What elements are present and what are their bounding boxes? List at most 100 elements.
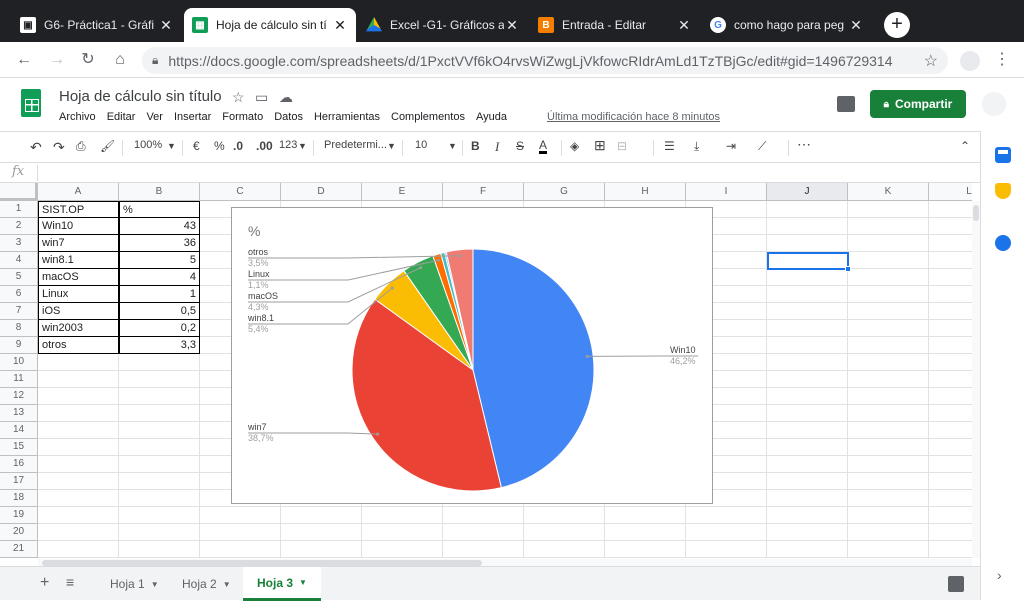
grid-cell[interactable] [767,303,848,320]
close-icon[interactable]: ✕ [848,17,864,34]
grid-cell[interactable] [443,524,524,541]
grid-cell[interactable] [767,371,848,388]
grid-cell[interactable] [605,541,686,558]
grid-cell[interactable] [38,405,119,422]
grid-cell[interactable] [362,507,443,524]
row-header[interactable]: 5 [0,269,38,286]
grid-cell[interactable] [767,320,848,337]
grid-cell[interactable] [119,490,200,507]
grid-cell[interactable] [767,456,848,473]
row-header[interactable]: 16 [0,456,38,473]
grid-cell[interactable] [848,269,929,286]
menu-datos[interactable]: Datos [274,111,303,123]
text-color-button[interactable]: A [539,139,547,154]
menu-ayuda[interactable]: Ayuda [476,111,507,123]
row-header[interactable]: 9 [0,337,38,354]
selected-cell[interactable] [767,252,849,270]
column-header[interactable]: I [686,183,767,201]
grid-cell[interactable] [362,524,443,541]
grid-cell[interactable] [929,439,972,456]
paint-format-icon[interactable]: 🖌︎ [100,139,115,153]
grid-cell[interactable] [119,456,200,473]
grid-cell[interactable] [443,507,524,524]
text-rotation-icon[interactable]: ⟋ [758,139,766,154]
row-header[interactable]: 15 [0,439,38,456]
table-cell[interactable]: win8.1 [38,252,119,269]
grid-cell[interactable] [38,456,119,473]
grid-cell[interactable] [767,388,848,405]
row-header[interactable]: 1 [0,201,38,218]
grid-cell[interactable] [200,524,281,541]
grid-cell[interactable] [119,473,200,490]
grid-cell[interactable] [929,456,972,473]
grid-cell[interactable] [848,439,929,456]
column-header[interactable]: H [605,183,686,201]
grid-cell[interactable] [119,405,200,422]
browser-tab[interactable]: B Entrada - Editar ✕ [530,8,700,42]
grid-cell[interactable] [119,541,200,558]
document-title[interactable]: Hoja de cálculo sin título [59,88,222,105]
grid-cell[interactable] [200,541,281,558]
star-icon[interactable]: ☆ [232,89,245,106]
row-header[interactable]: 20 [0,524,38,541]
sheets-logo-icon[interactable] [21,89,41,117]
calendar-icon[interactable] [995,147,1011,163]
column-header[interactable]: K [848,183,929,201]
row-header[interactable]: 2 [0,218,38,235]
grid-cell[interactable] [848,218,929,235]
grid-cell[interactable] [929,201,972,218]
grid-cell[interactable] [929,337,972,354]
bookmark-star-icon[interactable]: ☆ [924,51,938,71]
table-cell[interactable]: 5 [119,252,200,269]
row-header[interactable]: 18 [0,490,38,507]
grid-cell[interactable] [848,303,929,320]
row-header[interactable]: 19 [0,507,38,524]
menu-herramientas[interactable]: Herramientas [314,111,380,123]
italic-button[interactable]: I [495,139,499,155]
font-size-select[interactable]: 10 [415,139,427,151]
grid-cell[interactable] [848,456,929,473]
row-header[interactable]: 17 [0,473,38,490]
menu-complementos[interactable]: Complementos [391,111,465,123]
grid-cell[interactable] [848,422,929,439]
grid-cell[interactable] [38,371,119,388]
grid-cell[interactable] [767,405,848,422]
expand-panel-icon[interactable]: › [997,567,1002,583]
grid-cell[interactable] [119,507,200,524]
grid-cell[interactable] [38,354,119,371]
table-cell[interactable]: 3,3 [119,337,200,354]
grid-cell[interactable] [686,541,767,558]
address-bar[interactable]: 🔒︎ https://docs.google.com/spreadsheets/… [142,47,948,74]
avatar[interactable] [982,92,1006,116]
menu-formato[interactable]: Formato [222,111,263,123]
table-cell[interactable]: win2003 [38,320,119,337]
grid-cell[interactable] [119,524,200,541]
add-sheet-icon[interactable]: + [40,574,49,592]
grid-cell[interactable] [929,541,972,558]
grid-cell[interactable] [767,218,848,235]
vertical-scrollbar[interactable] [972,201,980,558]
grid-cell[interactable] [848,235,929,252]
grid-cell[interactable] [38,473,119,490]
fill-handle[interactable] [845,266,851,272]
keep-icon[interactable] [995,183,1011,199]
grid-cell[interactable] [929,320,972,337]
merge-cells-icon[interactable]: ⊟ [617,139,627,153]
browser-tab[interactable]: ▣ G6- Práctica1 - Gráfi ✕ [12,8,182,42]
forward-icon[interactable]: → [47,50,67,70]
grid-cell[interactable] [848,507,929,524]
grid-cell[interactable] [848,371,929,388]
font-select[interactable]: Predetermi... [324,139,387,151]
grid-cell[interactable] [929,524,972,541]
fill-color-icon[interactable]: ◈ [570,139,579,153]
strikethrough-button[interactable]: S [516,139,524,153]
row-header[interactable]: 12 [0,388,38,405]
grid-cell[interactable] [524,541,605,558]
grid-cell[interactable] [767,473,848,490]
grid-cell[interactable] [848,252,929,269]
grid-cell[interactable] [767,490,848,507]
row-header[interactable]: 10 [0,354,38,371]
browser-menu-icon[interactable]: ⋮ [992,50,1012,70]
grid-cell[interactable] [119,371,200,388]
row-header[interactable]: 3 [0,235,38,252]
